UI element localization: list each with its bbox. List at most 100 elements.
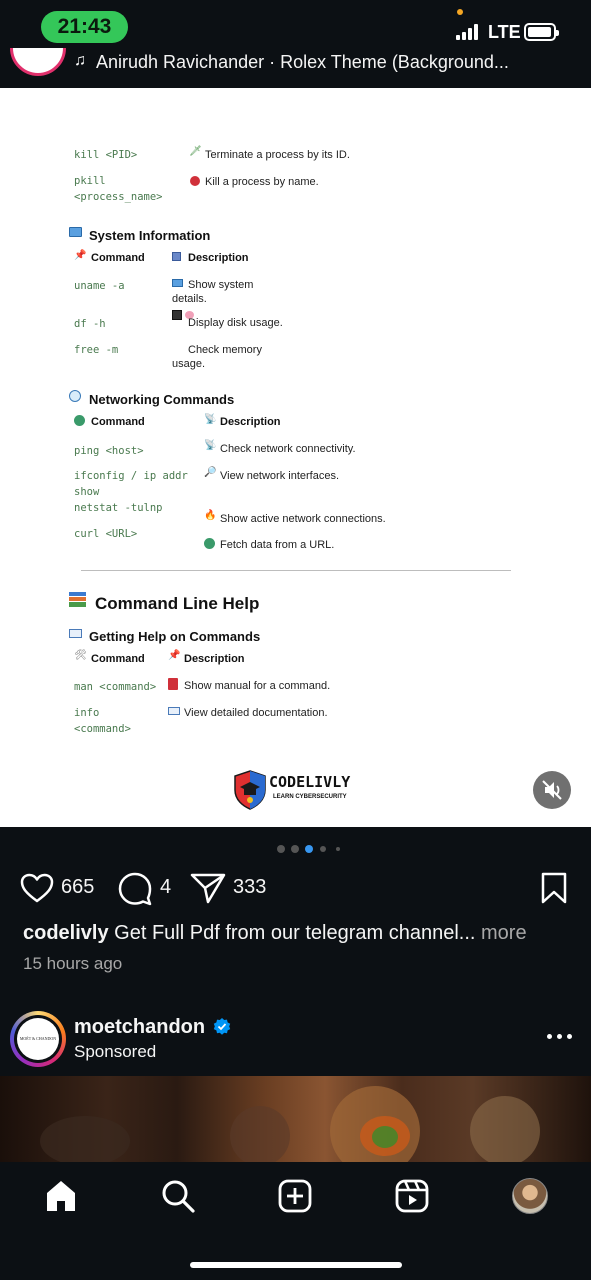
- cellular-signal-icon: [456, 24, 482, 40]
- description-man: Show manual for a command.: [184, 680, 331, 692]
- subsection-title-getting-help: Getting Help on Commands: [89, 629, 261, 644]
- profile-avatar[interactable]: [512, 1178, 548, 1214]
- carousel-dot: [336, 847, 340, 851]
- globe-icon: [69, 390, 81, 402]
- search-icon[interactable]: [160, 1178, 196, 1214]
- carousel-dot: [291, 845, 299, 853]
- books-icon: [69, 592, 86, 608]
- command-kill: kill <PID>: [74, 149, 138, 161]
- command-pkill-line2: <process_name>: [74, 191, 163, 203]
- pushpin-icon: 📌: [74, 250, 87, 261]
- caption-text: Get Full Pdf from our telegram channel..…: [114, 922, 476, 944]
- description-uname-line1: Show system: [188, 279, 254, 291]
- command-pkill-line1: pkill: [74, 175, 106, 187]
- globe-icon: [74, 415, 85, 426]
- command-ifconfig-line1: ifconfig / ip addr: [74, 470, 188, 482]
- magnifier-icon: 🔎: [204, 467, 217, 478]
- section-divider: [81, 570, 511, 571]
- post-image[interactable]: kill <PID> 🗡 Terminate a process by its …: [0, 88, 591, 827]
- comment-count[interactable]: 4: [160, 876, 171, 899]
- post-audio-title[interactable]: Anirudh Ravichander · Rolex Theme (Backg…: [96, 52, 509, 73]
- command-info-line2: <command>: [74, 723, 131, 735]
- open-book-icon: [168, 707, 180, 715]
- open-book-icon: [69, 629, 82, 638]
- command-ping: ping <host>: [74, 445, 144, 457]
- caption-more-link[interactable]: more: [481, 922, 527, 944]
- column-header-command: Command: [91, 252, 145, 264]
- mute-button[interactable]: [533, 771, 571, 809]
- description-free-line1: Check memory: [188, 344, 262, 356]
- description-ifconfig: View network interfaces.: [220, 470, 340, 482]
- column-header-description: Description: [184, 653, 245, 665]
- logo-tagline: LEARN CYBERSECURITY: [273, 794, 347, 800]
- carousel-dot: [277, 845, 285, 853]
- network-type-label: LTE: [488, 22, 521, 42]
- sponsored-username[interactable]: moetchandon: [74, 1016, 205, 1039]
- sponsored-avatar[interactable]: MOËT & CHANDON: [10, 1011, 66, 1067]
- codelivly-logo: CODELIVLY LEARN CYBERSECURITY: [233, 770, 353, 810]
- command-curl: curl <URL>: [74, 528, 138, 540]
- computer-icon: [69, 227, 82, 237]
- red-book-icon: [168, 678, 178, 690]
- floppy-disk-icon: [172, 310, 182, 320]
- post-timestamp: 15 hours ago: [23, 954, 123, 973]
- description-df: Display disk usage.: [188, 317, 283, 329]
- share-count[interactable]: 333: [233, 876, 266, 899]
- description-pkill: Kill a process by name.: [205, 176, 319, 188]
- post-author-avatar[interactable]: [10, 48, 66, 76]
- moet-chandon-logo: MOËT & CHANDON: [17, 1018, 59, 1060]
- sponsored-image[interactable]: [0, 1076, 591, 1162]
- more-options-icon[interactable]: [547, 1034, 573, 1040]
- description-curl: Fetch data from a URL.: [220, 539, 335, 551]
- globe-icon: [204, 538, 215, 549]
- section-title-system-information: System Information: [89, 228, 211, 243]
- camera-indicator-dot: [457, 9, 463, 15]
- satellite-icon: 📡: [204, 414, 217, 425]
- home-icon[interactable]: [43, 1178, 79, 1214]
- command-uname: uname -a: [74, 280, 125, 292]
- description-netstat: Show active network connections.: [220, 513, 386, 525]
- command-ifconfig-line2: show: [74, 486, 100, 498]
- like-count[interactable]: 665: [61, 876, 94, 899]
- status-time[interactable]: 21:43: [41, 11, 128, 43]
- post-header: ♫ Anirudh Ravichander · Rolex Theme (Bac…: [0, 48, 591, 88]
- verified-badge-icon: [213, 1018, 231, 1035]
- music-note-icon: ♫: [74, 52, 86, 69]
- red-circle-icon: [190, 176, 200, 186]
- description-ping: Check network connectivity.: [220, 443, 356, 455]
- column-header-command: Command: [91, 416, 145, 428]
- sword-icon: 🗡: [189, 146, 202, 157]
- heart-icon[interactable]: [20, 873, 54, 903]
- bookmark-icon[interactable]: [540, 872, 568, 904]
- carousel-dot: [320, 846, 326, 852]
- command-man: man <command>: [74, 681, 157, 693]
- create-icon[interactable]: [277, 1178, 313, 1214]
- command-info-line1: info: [74, 707, 100, 719]
- post-caption[interactable]: codelivly Get Full Pdf from our telegram…: [23, 922, 573, 945]
- share-icon[interactable]: [190, 872, 226, 904]
- description-kill: Terminate a process by its ID.: [205, 149, 350, 161]
- speaker-muted-icon: [542, 780, 562, 800]
- carousel-dots: [0, 843, 591, 855]
- shield-logo-icon: [234, 770, 266, 810]
- tools-icon: 🛠: [74, 650, 87, 661]
- column-header-command: Command: [91, 653, 145, 665]
- home-indicator[interactable]: [190, 1262, 402, 1268]
- command-netstat: netstat -tulnp: [74, 502, 163, 514]
- pushpin-icon: 📌: [168, 650, 181, 661]
- column-header-description: Description: [188, 252, 249, 264]
- command-free: free -m: [74, 344, 119, 356]
- battery-icon: [524, 23, 559, 41]
- comment-icon[interactable]: [118, 872, 152, 906]
- column-header-description: Description: [220, 416, 281, 428]
- carousel-dot-active: [305, 845, 313, 853]
- computer-icon: [172, 279, 183, 287]
- fire-icon: 🔥: [204, 510, 217, 521]
- description-info: View detailed documentation.: [184, 707, 328, 719]
- section-title-command-line-help: Command Line Help: [95, 594, 260, 613]
- reels-icon[interactable]: [394, 1178, 430, 1214]
- sponsored-label: Sponsored: [74, 1042, 157, 1061]
- caption-username[interactable]: codelivly: [23, 922, 109, 944]
- description-uname-line2: details.: [172, 293, 207, 305]
- command-df: df -h: [74, 318, 106, 330]
